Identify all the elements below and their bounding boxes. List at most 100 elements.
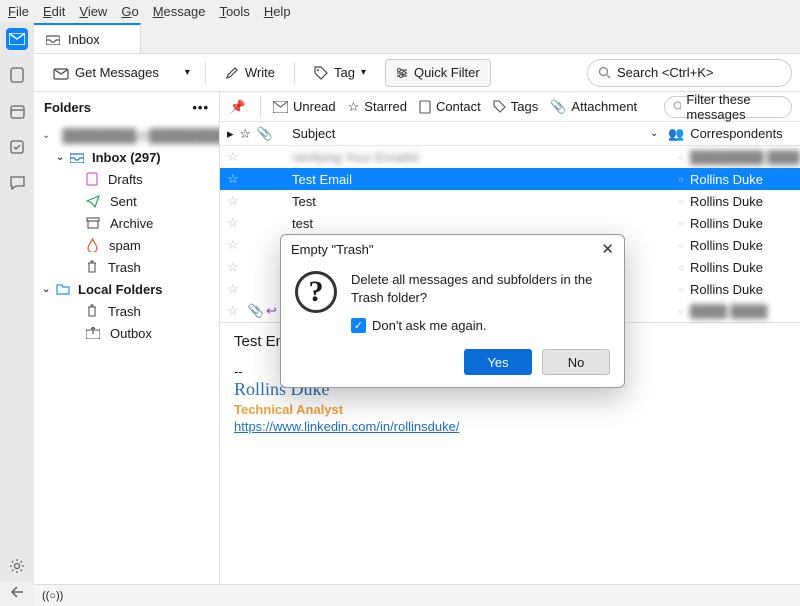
get-messages-dropdown[interactable]: ▾ bbox=[178, 59, 197, 87]
menu-help[interactable]: Help bbox=[264, 4, 291, 19]
read-status-icon: ○ bbox=[672, 307, 690, 316]
calendar-space-icon[interactable] bbox=[6, 100, 28, 122]
menu-edit[interactable]: Edit bbox=[43, 4, 65, 19]
empty-trash-dialog: Empty "Trash" ✕ ? Delete all messages an… bbox=[280, 234, 625, 388]
menu-file[interactable]: File bbox=[8, 4, 29, 19]
message-subject: Test Email bbox=[282, 172, 672, 187]
local-trash-label: Trash bbox=[108, 304, 141, 319]
menu-tools[interactable]: Tools bbox=[219, 4, 249, 19]
star-icon[interactable]: ☆ bbox=[220, 149, 246, 165]
filter-unread[interactable]: Unread bbox=[273, 99, 336, 114]
folder-pane: Folders ••• ⌄████████@██████████.███ ⌄In… bbox=[34, 92, 220, 584]
tree-drafts[interactable]: Drafts bbox=[34, 168, 219, 190]
star-icon[interactable]: ☆ bbox=[220, 259, 246, 275]
pin-icon[interactable]: 📌 bbox=[228, 99, 248, 115]
mail-space-icon[interactable] bbox=[6, 28, 28, 50]
tree-archive[interactable]: Archive bbox=[34, 212, 219, 234]
menu-go[interactable]: Go bbox=[121, 4, 138, 19]
archive-icon bbox=[86, 217, 100, 229]
menu-message[interactable]: Message bbox=[153, 4, 206, 19]
filter-starred[interactable]: ☆Starred bbox=[348, 99, 407, 115]
chevron-down-icon: ▾ bbox=[361, 67, 366, 78]
header-icon-cols[interactable]: ▸☆📎 bbox=[220, 126, 280, 142]
toolbar: Get Messages ▾ Write Tag ▾ Quick Filter … bbox=[34, 54, 800, 92]
archive-label: Archive bbox=[110, 216, 153, 231]
tree-sent[interactable]: Sent bbox=[34, 190, 219, 212]
filter-attachment[interactable]: 📎Attachment bbox=[550, 99, 637, 115]
tab-inbox[interactable]: Inbox bbox=[34, 23, 141, 53]
folder-pane-header: Folders ••• bbox=[34, 92, 219, 122]
filter-tags-label: Tags bbox=[511, 99, 538, 114]
outbox-label: Outbox bbox=[110, 326, 152, 341]
tree-inbox[interactable]: ⌄Inbox (297) bbox=[34, 146, 219, 168]
write-button[interactable]: Write bbox=[214, 59, 286, 87]
yes-button[interactable]: Yes bbox=[464, 349, 532, 375]
search-icon bbox=[598, 66, 611, 79]
tab-label: Inbox bbox=[68, 32, 100, 47]
close-icon[interactable]: ✕ bbox=[601, 240, 614, 258]
download-mail-icon bbox=[53, 66, 69, 80]
attachment-icon: 📎 bbox=[257, 126, 273, 142]
tag-button[interactable]: Tag ▾ bbox=[303, 59, 377, 87]
dialog-buttons: Yes No bbox=[281, 337, 624, 387]
header-subject[interactable]: Subject bbox=[280, 126, 650, 141]
star-icon[interactable]: ☆ bbox=[220, 281, 246, 297]
attachment-icon: 📎 bbox=[246, 303, 266, 319]
sync-activity-icon[interactable]: ((○)) bbox=[42, 590, 63, 602]
tasks-space-icon[interactable] bbox=[6, 136, 28, 158]
star-icon[interactable]: ☆ bbox=[220, 215, 246, 231]
chat-space-icon[interactable] bbox=[6, 172, 28, 194]
folder-menu-icon[interactable]: ••• bbox=[192, 100, 209, 115]
read-status-icon: ○ bbox=[672, 219, 690, 228]
header-correspondents[interactable]: 👥Correspondents bbox=[668, 126, 800, 142]
tab-strip: Inbox bbox=[34, 22, 800, 54]
sent-icon bbox=[86, 195, 100, 208]
message-row[interactable]: ☆Test○Rollins Duke bbox=[220, 190, 800, 212]
toolbar-divider bbox=[294, 62, 295, 84]
message-row[interactable]: ☆test○Rollins Duke bbox=[220, 212, 800, 234]
trash-label: Trash bbox=[108, 260, 141, 275]
addressbook-space-icon[interactable] bbox=[6, 64, 28, 86]
message-row[interactable]: ☆Test Email○Rollins Duke bbox=[220, 168, 800, 190]
folder-header-label: Folders bbox=[44, 100, 91, 115]
dialog-titlebar: Empty "Trash" ✕ bbox=[281, 235, 624, 263]
tree-local-trash[interactable]: Trash bbox=[34, 300, 219, 322]
filter-input[interactable]: Filter these messages bbox=[664, 96, 792, 118]
unread-icon bbox=[273, 101, 288, 113]
get-messages-button[interactable]: Get Messages bbox=[42, 59, 170, 87]
star-icon[interactable]: ☆ bbox=[220, 237, 246, 253]
star-icon[interactable]: ☆ bbox=[220, 171, 246, 187]
collapse-icon[interactable] bbox=[10, 586, 24, 598]
dialog-title: Empty "Trash" bbox=[291, 242, 373, 257]
message-correspondent: Rollins Duke bbox=[690, 260, 800, 275]
no-button[interactable]: No bbox=[542, 349, 610, 375]
read-status-icon: ○ bbox=[672, 263, 690, 272]
star-icon[interactable]: ☆ bbox=[220, 303, 246, 319]
tree-outbox[interactable]: Outbox bbox=[34, 322, 219, 344]
inbox-label: Inbox (297) bbox=[92, 150, 161, 165]
star-icon[interactable]: ☆ bbox=[220, 193, 246, 209]
settings-icon[interactable] bbox=[9, 558, 25, 574]
message-subject: test bbox=[282, 216, 672, 231]
tree-spam[interactable]: spam bbox=[34, 234, 219, 256]
sent-label: Sent bbox=[110, 194, 137, 209]
search-input[interactable]: Search <Ctrl+K> bbox=[587, 59, 792, 87]
message-subject: Test bbox=[282, 194, 672, 209]
tag-icon bbox=[314, 66, 328, 80]
filter-contact[interactable]: Contact bbox=[419, 99, 481, 114]
message-subject: Verifying Your EmailId bbox=[282, 150, 672, 165]
tree-account[interactable]: ⌄████████@██████████.███ bbox=[34, 124, 219, 146]
search-icon bbox=[673, 101, 681, 112]
signature-link[interactable]: https://www.linkedin.com/in/rollinsduke/ bbox=[234, 419, 459, 434]
chevron-down-icon: ⌄ bbox=[650, 128, 668, 139]
filter-tags[interactable]: Tags bbox=[493, 99, 538, 114]
message-row[interactable]: ☆Verifying Your EmailId○████████ ████ bbox=[220, 146, 800, 168]
menu-view[interactable]: View bbox=[79, 4, 107, 19]
tree-trash[interactable]: Trash bbox=[34, 256, 219, 278]
chevron-down-icon: ⌄ bbox=[42, 284, 52, 295]
spaces-rail-bottom bbox=[0, 558, 34, 606]
dont-ask-checkbox[interactable]: ✓ Don't ask me again. bbox=[351, 318, 610, 333]
tree-local-folders[interactable]: ⌄Local Folders bbox=[34, 278, 219, 300]
read-status-icon: ○ bbox=[672, 153, 690, 162]
quick-filter-button[interactable]: Quick Filter bbox=[385, 59, 491, 87]
